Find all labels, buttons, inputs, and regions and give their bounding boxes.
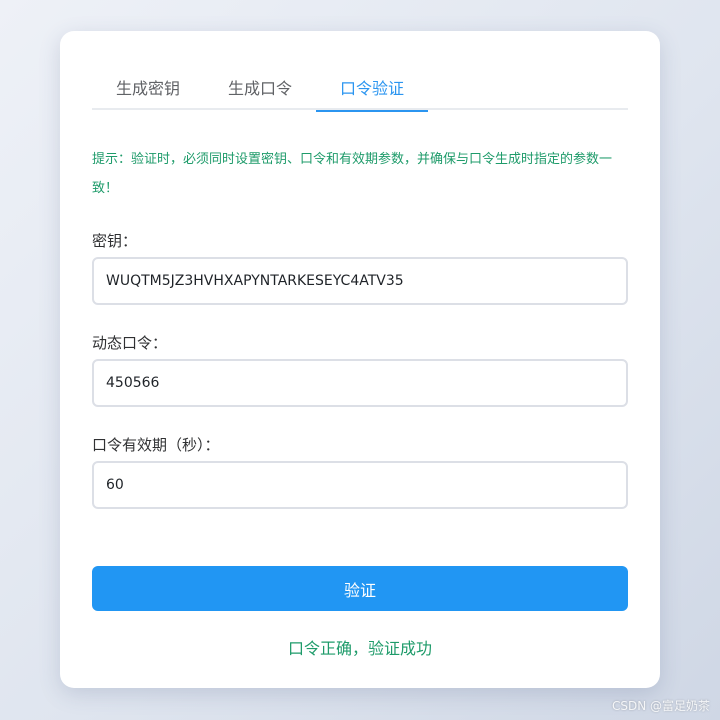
tab-generate-key[interactable]: 生成密钥 — [92, 77, 204, 110]
verify-button[interactable]: 验证 — [92, 566, 628, 611]
tab-verify-code[interactable]: 口令验证 — [316, 77, 429, 112]
tab-bar: 生成密钥 生成口令 口令验证 — [92, 77, 628, 112]
tab-generate-code[interactable]: 生成口令 — [204, 77, 316, 110]
secret-label: 密钥： — [92, 232, 138, 250]
code-input[interactable] — [92, 359, 628, 407]
period-label: 口令有效期（秒）： — [92, 436, 220, 454]
verify-card: 生成密钥 生成口令 口令验证 提示：验证时，必须同时设置密钥、口令和有效期参数，… — [60, 31, 660, 688]
watermark: CSDN @富足奶茶 — [611, 699, 710, 713]
secret-input[interactable] — [92, 257, 628, 305]
result-message: 口令正确，验证成功 — [287, 639, 432, 658]
period-input[interactable] — [92, 461, 628, 509]
hint-text: 提示：验证时，必须同时设置密钥、口令和有效期参数，并确保与口令生成时指定的参数一… — [92, 152, 613, 196]
code-label: 动态口令： — [92, 334, 168, 352]
